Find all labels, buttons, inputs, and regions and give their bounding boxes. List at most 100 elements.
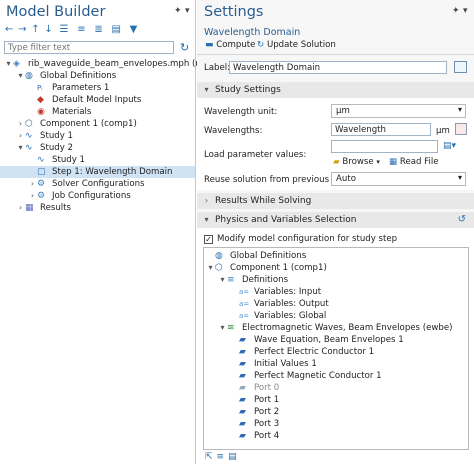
tree-item-label: Component 1 (comp1) [230,263,327,273]
settings-subtitle: Wavelength Domain [204,27,301,38]
refresh-icon[interactable]: ↻ [180,41,189,54]
tree-item[interactable]: › ▦ Results [0,202,195,214]
chevron-down-icon[interactable]: ▾ [4,58,13,70]
tree-item-label: rib_waveguide_beam_envelopes.mph (root) [28,59,216,69]
definitions-icon: ≡ [227,275,235,285]
tree-item[interactable]: ▾ ◈ rib_waveguide_beam_envelopes.mph (root… [0,58,216,70]
physics-selection-header[interactable]: ▾ Physics and Variables Selection ↺ [197,212,474,228]
wavelength-step-icon: ▢ [37,167,46,177]
tree-item[interactable]: ▢ Step 1: Wavelength Domain [0,166,195,178]
ewbe-icon: ≋ [227,323,235,333]
pin-icon[interactable]: ✦ [452,6,460,16]
expand-icon[interactable]: ≣ [94,24,102,36]
tree-item-label: Port 1 [254,395,280,405]
label-field[interactable] [229,61,447,74]
tree-item[interactable]: ◆ Default Model Inputs [0,94,195,106]
label-edit-icon[interactable] [454,61,467,73]
model-inputs-icon: ◆ [37,95,44,105]
chevron-right-icon[interactable]: › [16,130,25,142]
tree-item[interactable]: Pᵢ Parameters 1 [0,82,195,94]
collapse-all-icon[interactable]: ⇱ [205,452,217,462]
chevron-down-icon[interactable]: ▾ [218,274,227,286]
update-solution-button[interactable]: ↻ Update Solution [257,40,336,50]
browse-button[interactable]: ▰ Browse ▾ [333,157,380,167]
model-builder-toolbar: ← → ↑ ↓ ☰ ≡ ≣ ▤ ▼ [5,24,193,37]
chevron-right-icon[interactable]: › [28,190,37,202]
options-icon[interactable]: ▼ [130,24,138,36]
range-icon[interactable] [455,123,467,135]
read-file-button[interactable]: ▦ Read File [389,157,439,167]
tree-item-label: Results [40,203,72,213]
tree-item[interactable]: › ⚙ Job Configurations [0,190,195,202]
modify-config-label: Modify model configuration for study ste… [217,234,398,244]
tree-item-label: Component 1 (comp1) [40,119,137,129]
chevron-down-icon: ▾ [204,215,209,224]
chevron-right-icon[interactable]: › [16,118,25,130]
results-while-solving-header[interactable]: › Results While Solving [197,193,474,209]
tree-item[interactable]: › ⚙ Solver Configurations [0,178,195,190]
tree-item[interactable]: ▰ Wave Equation, Beam Envelopes 1 [204,334,468,346]
tree-item[interactable]: ▾ ≡ Definitions [204,274,468,286]
results-while-solving-label: Results While Solving [215,196,312,206]
tree-item[interactable]: ◉ Materials [0,106,195,118]
tree-item-label: Variables: Output [254,299,329,309]
tree-item[interactable]: ▰ Port 1 [204,394,468,406]
chevron-down-icon[interactable]: ▾ [16,142,25,154]
tree-item[interactable]: ▰ Port 0 [204,382,468,394]
chevron-down-icon: ▾ [204,85,209,94]
tree-item[interactable]: a= Variables: Input [204,286,468,298]
tree-item[interactable]: a= Variables: Global [204,310,468,322]
materials-icon: ◉ [37,107,45,117]
tree-item-label: Job Configurations [52,191,131,201]
dropdown-arrow-icon[interactable]: ▾ [463,6,468,16]
filter-input[interactable] [4,41,174,54]
tree-item[interactable]: ▰ Port 3 [204,418,468,430]
wavelength-unit-select[interactable]: µm ▾ [331,104,466,118]
pin-icon[interactable]: ✦ [174,6,182,16]
modify-config-checkbox[interactable]: ✓ [204,235,213,244]
tree-item[interactable]: ▰ Perfect Electric Conductor 1 [204,346,468,358]
tree-item[interactable]: ▾ ◍ Global Definitions [0,70,195,82]
tree-item[interactable]: ▾ ⬡ Component 1 (comp1) [204,262,468,274]
chevron-right-icon[interactable]: › [28,178,37,190]
wavelengths-unit: µm [436,126,450,136]
tree-item[interactable]: ▰ Port 4 [204,430,468,442]
reuse-solution-select[interactable]: Auto ▾ [331,172,466,186]
compute-button[interactable]: ▬ Compute [205,40,255,50]
study-step-icon: ∿ [37,155,45,165]
chevron-down-icon[interactable]: ▾ [206,262,215,274]
tree-item[interactable]: ∿ Study 1 [0,154,195,166]
read-file-label: Read File [399,157,439,167]
wavelengths-input[interactable] [331,123,431,136]
collapse-icon[interactable]: ≡ [77,24,85,36]
tree-item[interactable]: a= Variables: Output [204,298,468,310]
tree-item[interactable]: ▰ Perfect Magnetic Conductor 1 [204,370,468,382]
tree-item[interactable]: › ⬡ Component 1 (comp1) [0,118,195,130]
tree-item[interactable]: ◍ Global Definitions [204,250,468,262]
show-icon[interactable]: ☰ [60,24,69,36]
reset-icon[interactable]: ↺ [458,212,466,228]
study-settings-header[interactable]: ▾ Study Settings [197,82,474,98]
file-options-icon[interactable]: ▤▾ [443,141,456,151]
list-icon[interactable]: ▤ [228,452,241,462]
expand-all-icon[interactable]: ≡ [217,452,229,462]
tree-item[interactable]: › ∿ Study 1 [0,130,195,142]
tree-item-label: Perfect Magnetic Conductor 1 [254,371,382,381]
dropdown-arrow-icon[interactable]: ▾ [185,6,190,16]
chevron-down-icon[interactable]: ▾ [16,70,25,82]
tree-item-label: Port 4 [254,431,280,441]
back-arrow-icon[interactable]: ← [5,24,13,36]
chevron-right-icon[interactable]: › [16,202,25,214]
tree-item[interactable]: ▰ Initial Values 1 [204,358,468,370]
chevron-down-icon[interactable]: ▾ [218,322,227,334]
move-up-icon[interactable]: ↑ [31,24,39,36]
build-icon[interactable]: ▤ [111,24,120,36]
forward-arrow-icon[interactable]: → [18,24,26,36]
move-down-icon[interactable]: ↓ [44,24,52,36]
tree-item-label: Port 3 [254,419,280,429]
label-caption: Label: [204,63,231,73]
tree-item[interactable]: ▾ ∿ Study 2 [0,142,195,154]
tree-item[interactable]: ▰ Port 2 [204,406,468,418]
load-param-input[interactable] [331,140,438,153]
tree-item[interactable]: ▾ ≋ Electromagnetic Waves, Beam Envelopes … [204,322,468,334]
